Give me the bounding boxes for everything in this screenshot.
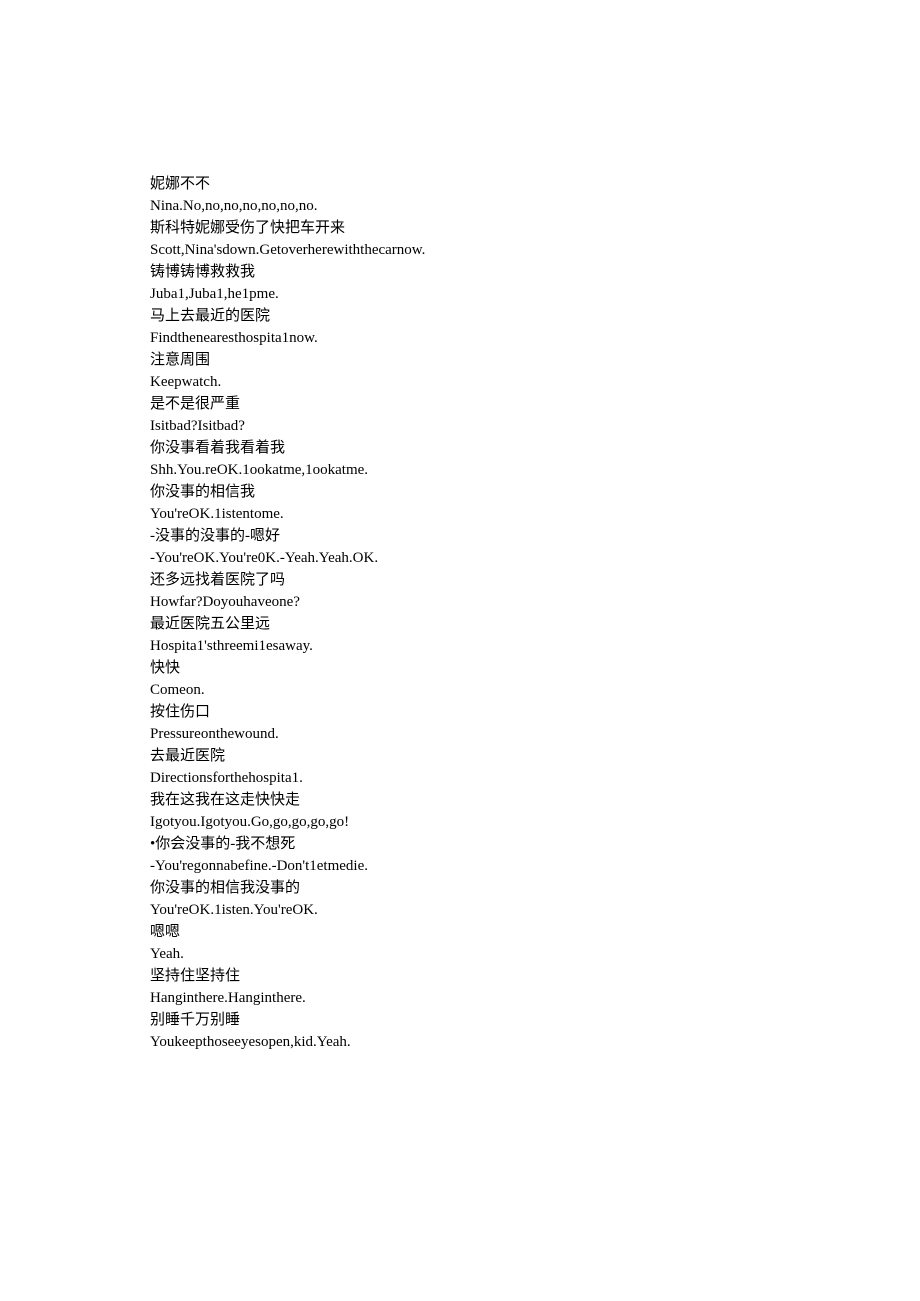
text-line: You'reOK.1istentome.: [150, 503, 770, 525]
text-line: 别睡千万别睡: [150, 1009, 770, 1031]
text-line: -You'reOK.You're0K.-Yeah.Yeah.OK.: [150, 547, 770, 569]
text-line: 马上去最近的医院: [150, 305, 770, 327]
text-line: Pressureonthewound.: [150, 723, 770, 745]
text-line: Scott,Nina'sdown.Getoverherewiththecarno…: [150, 239, 770, 261]
text-line: Hospita1'sthreemi1esaway.: [150, 635, 770, 657]
text-line: Shh.You.reOK.1ookatme,1ookatme.: [150, 459, 770, 481]
text-line: -没事的没事的-嗯好: [150, 525, 770, 547]
text-line: Howfar?Doyouhaveone?: [150, 591, 770, 613]
text-line: 你没事的相信我: [150, 481, 770, 503]
text-line: 是不是很严重: [150, 393, 770, 415]
text-line: -You'regonnabefine.-Don't1etmedie.: [150, 855, 770, 877]
text-line: Comeon.: [150, 679, 770, 701]
text-line: 坚持住坚持住: [150, 965, 770, 987]
text-line: 你没事看着我看着我: [150, 437, 770, 459]
text-line: 最近医院五公里远: [150, 613, 770, 635]
text-line: Findthenearesthospita1now.: [150, 327, 770, 349]
text-line: 斯科特妮娜受伤了快把车开来: [150, 217, 770, 239]
text-line: Keepwatch.: [150, 371, 770, 393]
text-line: 按住伤口: [150, 701, 770, 723]
text-line: Yeah.: [150, 943, 770, 965]
text-line: Igotyou.Igotyou.Go,go,go,go,go!: [150, 811, 770, 833]
text-line: 你没事的相信我没事的: [150, 877, 770, 899]
text-line: 铸博铸博救救我: [150, 261, 770, 283]
text-line: You'reOK.1isten.You'reOK.: [150, 899, 770, 921]
text-line: 还多远找着医院了吗: [150, 569, 770, 591]
text-line: Directionsforthehospita1.: [150, 767, 770, 789]
text-line: 嗯嗯: [150, 921, 770, 943]
text-line: •你会没事的-我不想死: [150, 833, 770, 855]
text-line: 快快: [150, 657, 770, 679]
text-line: 我在这我在这走快快走: [150, 789, 770, 811]
document-page: 妮娜不不 Nina.No,no,no,no,no,no,no. 斯科特妮娜受伤了…: [0, 0, 920, 1153]
text-line: Youkeepthoseeyesopen,kid.Yeah.: [150, 1031, 770, 1053]
text-line: Nina.No,no,no,no,no,no,no.: [150, 195, 770, 217]
text-line: 注意周围: [150, 349, 770, 371]
text-line: Isitbad?Isitbad?: [150, 415, 770, 437]
text-line: 妮娜不不: [150, 173, 770, 195]
text-line: 去最近医院: [150, 745, 770, 767]
text-line: Juba1,Juba1,he1pme.: [150, 283, 770, 305]
text-line: Hanginthere.Hanginthere.: [150, 987, 770, 1009]
